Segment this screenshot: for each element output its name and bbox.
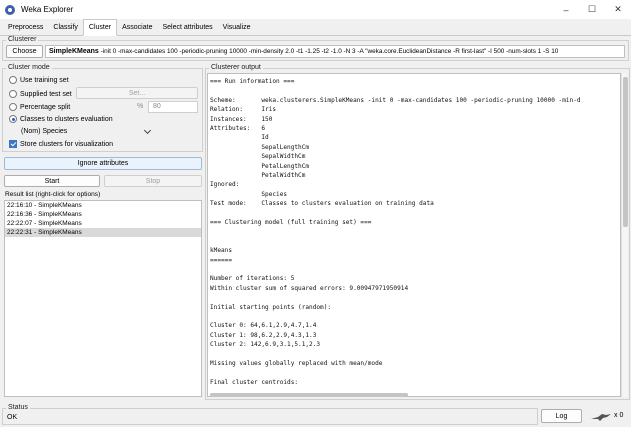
window-title: Weka Explorer (21, 5, 74, 14)
radio-icon[interactable] (9, 103, 17, 111)
store-clusters-option[interactable]: Store clusters for visualization (9, 139, 113, 149)
output-line: Attributes: 6 (210, 125, 266, 132)
output-line: Species (210, 190, 288, 198)
use-training-set-label: Use training set (20, 76, 69, 84)
output-line: Cluster 1: 98,6.2,2.9,4.3,1.3 (210, 331, 317, 339)
output-line: Cluster 0: 64,6.1,2.9,4.7,1.4 (210, 322, 317, 330)
percent-sign: % (137, 103, 144, 110)
weka-bird-icon[interactable] (590, 412, 612, 422)
classes-to-clusters-option[interactable]: Classes to clusters evaluation (9, 114, 113, 124)
output-line: SepalWidthCm (210, 153, 306, 161)
tab-classify[interactable]: Classify (48, 19, 83, 35)
result-list-title: Result list (right-click for options) (5, 191, 101, 198)
output-line: PetalLengthCm (210, 162, 310, 170)
title-bar: Weka Explorer – ☐ ✕ (0, 0, 631, 19)
chevron-down-icon (143, 126, 152, 135)
output-line: Final cluster centroids: (210, 378, 299, 386)
set-button[interactable]: Set... (76, 87, 198, 99)
minimize-button[interactable]: – (553, 0, 579, 19)
clusterer-name: SimpleKMeans (49, 48, 99, 55)
output-line: === Run information === (210, 78, 295, 85)
radio-selected-icon[interactable] (9, 115, 17, 123)
percentage-split-label: Percentage split (20, 103, 71, 111)
clusterer-options: -init 0 -max-candidates 100 -periodic-pr… (98, 48, 559, 55)
output-line: Initial starting points (random): (210, 303, 332, 311)
percentage-split-option[interactable]: Percentage split (9, 102, 70, 112)
maximize-button[interactable]: ☐ (579, 0, 605, 19)
output-line: PetalWidthCm (210, 172, 306, 179)
output-line: Number of iterations: 5 (210, 275, 295, 283)
tab-preprocess[interactable]: Preprocess (3, 19, 48, 35)
radio-icon[interactable] (9, 76, 17, 84)
output-line: Within cluster sum of squared errors: 9.… (210, 284, 409, 292)
clusterer-output-title: Clusterer output (209, 64, 263, 72)
tab-bar: Preprocess Classify Cluster Associate Se… (0, 19, 631, 36)
tab-visualize[interactable]: Visualize (218, 19, 256, 35)
supplied-test-set-option[interactable]: Supplied test set (9, 89, 72, 99)
output-line: Scheme: weka.clusterers.SimpleKMeans -in… (210, 96, 581, 104)
classes-to-clusters-label: Classes to clusters evaluation (20, 115, 113, 123)
output-line: Relation: Iris (210, 106, 277, 114)
store-clusters-label: Store clusters for visualization (20, 140, 113, 148)
use-training-set-option[interactable]: Use training set (9, 75, 69, 85)
clusterer-output-text[interactable]: === Run information === Scheme: weka.clus… (207, 73, 621, 397)
output-line: Missing values globally replaced with me… (210, 360, 383, 367)
percentage-input[interactable]: 80 (148, 101, 198, 113)
tab-select-attributes[interactable]: Select attributes (157, 19, 217, 35)
result-list[interactable]: 22:16:10 - SimpleKMeans 22:16:36 - Simpl… (4, 200, 202, 397)
output-line: Test mode: Classes to clusters evaluatio… (210, 200, 434, 208)
output-line: === Clustering model (full training set)… (210, 219, 372, 226)
log-button[interactable]: Log (541, 409, 582, 423)
weka-logo-icon (5, 4, 15, 15)
horizontal-scrollbar-thumb[interactable] (210, 393, 408, 397)
supplied-test-set-label: Supplied test set (20, 90, 72, 98)
close-button[interactable]: ✕ (605, 0, 631, 19)
tab-associate[interactable]: Associate (117, 19, 157, 35)
result-item[interactable]: 22:16:36 - SimpleKMeans (5, 210, 201, 219)
clusterer-group-title: Clusterer (6, 36, 39, 44)
status-text: OK (7, 414, 18, 421)
tab-cluster[interactable]: Cluster (82, 19, 118, 36)
output-line: Ignored: (210, 181, 240, 189)
output-line: Instances: 150 (210, 115, 273, 123)
clusterer-config-field[interactable]: SimpleKMeans -init 0 -max-candidates 100… (45, 45, 625, 58)
result-item[interactable]: 22:22:07 - SimpleKMeans (5, 219, 201, 228)
output-line: ====== (210, 256, 233, 264)
status-title: Status (6, 404, 30, 412)
task-count: x 0 (614, 412, 624, 419)
status-group: Status OK (2, 404, 538, 425)
choose-button[interactable]: Choose (6, 45, 43, 58)
checkbox-checked-icon[interactable] (9, 140, 17, 148)
output-line: SepalLengthCm (210, 143, 310, 151)
vertical-scrollbar[interactable] (621, 73, 628, 397)
output-line: Cluster 2: 142,6.9,3.1,5.1,2.3 (210, 341, 321, 349)
result-item[interactable]: 22:16:10 - SimpleKMeans (5, 201, 201, 210)
class-attribute-select[interactable]: (Nom) Species (9, 126, 154, 137)
radio-icon[interactable] (9, 90, 17, 98)
ignore-attributes-button[interactable]: Ignore attributes (4, 157, 202, 170)
stop-button[interactable]: Stop (104, 175, 202, 187)
output-line: kMeans (210, 247, 233, 255)
cluster-mode-title: Cluster mode (6, 64, 52, 72)
start-button[interactable]: Start (4, 175, 100, 187)
class-attribute-value: (Nom) Species (21, 128, 68, 135)
result-item-selected[interactable]: 22:22:31 - SimpleKMeans (5, 228, 201, 237)
output-line: Id (210, 134, 269, 142)
scrollbar-thumb[interactable] (623, 77, 628, 227)
